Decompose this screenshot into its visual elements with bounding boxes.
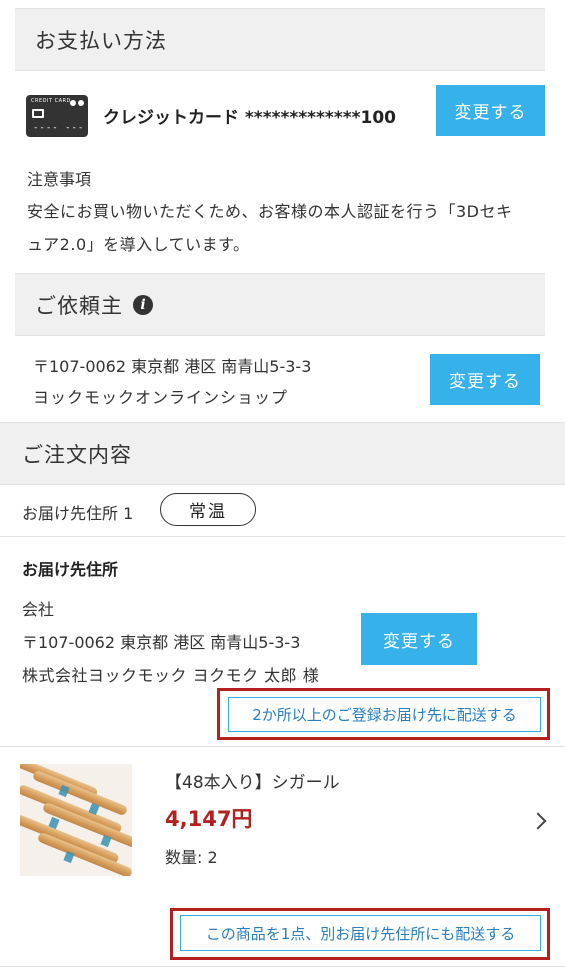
divider bbox=[0, 966, 565, 967]
product-name[interactable]: 【48本入り】シガール bbox=[165, 768, 340, 793]
credit-card-icon: CREDIT CARD ---- ---- bbox=[26, 95, 88, 143]
cigare-wrapper-band bbox=[100, 834, 112, 848]
requester-address: 〒107-0062 東京都 港区 南青山5-3-3 bbox=[33, 357, 312, 376]
shipping-heading: お届け先住所 bbox=[22, 560, 119, 579]
card-icon-brand-text: CREDIT CARD bbox=[31, 98, 71, 104]
cigare-wrapper-band bbox=[63, 850, 75, 864]
info-icon[interactable]: i bbox=[133, 294, 153, 315]
payment-section-header: お支払い方法 bbox=[15, 8, 545, 71]
temperature-badge: 常温 bbox=[160, 493, 256, 526]
card-icon-dot bbox=[78, 100, 84, 106]
notice-text-line-1: 安全にお買い物いただくため、お客様の本人認証を行う「3Dセキ bbox=[27, 202, 513, 221]
order-title: ご注文内容 bbox=[22, 442, 132, 467]
product-quantity: 数量: 2 bbox=[165, 848, 218, 867]
shipping-recipient: 株式会社ヨックモック ヨクモク 太郎 様 bbox=[22, 666, 320, 685]
card-icon-digits: ---- ---- bbox=[33, 123, 85, 143]
change-payment-button[interactable]: 変更する bbox=[436, 85, 545, 136]
product-price: 4,147円 bbox=[165, 807, 253, 831]
notice-title: 注意事項 bbox=[27, 170, 92, 189]
card-chip-icon bbox=[32, 109, 44, 118]
divider bbox=[0, 746, 565, 747]
product-image[interactable] bbox=[20, 764, 132, 876]
shipping-company: 会社 bbox=[22, 600, 55, 619]
requester-title: ご依頼主 bbox=[35, 293, 123, 318]
change-requester-button[interactable]: 変更する bbox=[430, 354, 540, 405]
card-icon-dot bbox=[70, 100, 76, 106]
card-label: クレジットカード *************100 bbox=[103, 108, 396, 128]
requester-name: ヨックモックオンラインショップ bbox=[33, 388, 289, 407]
notice-text-line-2: ュア2.0」を導入しています。 bbox=[27, 235, 250, 254]
shipping-address: 〒107-0062 東京都 港区 南青山5-3-3 bbox=[22, 633, 301, 652]
change-shipping-button[interactable]: 変更する bbox=[361, 613, 477, 665]
destination-label: お届け先住所 1 bbox=[22, 504, 134, 523]
order-section-header: ご注文内容 bbox=[0, 422, 565, 485]
requester-section-header: ご依頼主 i bbox=[15, 273, 545, 336]
cigare-wrapper-band bbox=[58, 784, 70, 798]
multi-destination-ship-button[interactable]: 2か所以上のご登録お届け先に配送する bbox=[228, 697, 541, 732]
payment-title: お支払い方法 bbox=[35, 28, 167, 53]
split-shipping-button[interactable]: この商品を1点、別お届け先住所にも配送する bbox=[180, 915, 541, 951]
chevron-right-icon[interactable] bbox=[529, 812, 547, 830]
